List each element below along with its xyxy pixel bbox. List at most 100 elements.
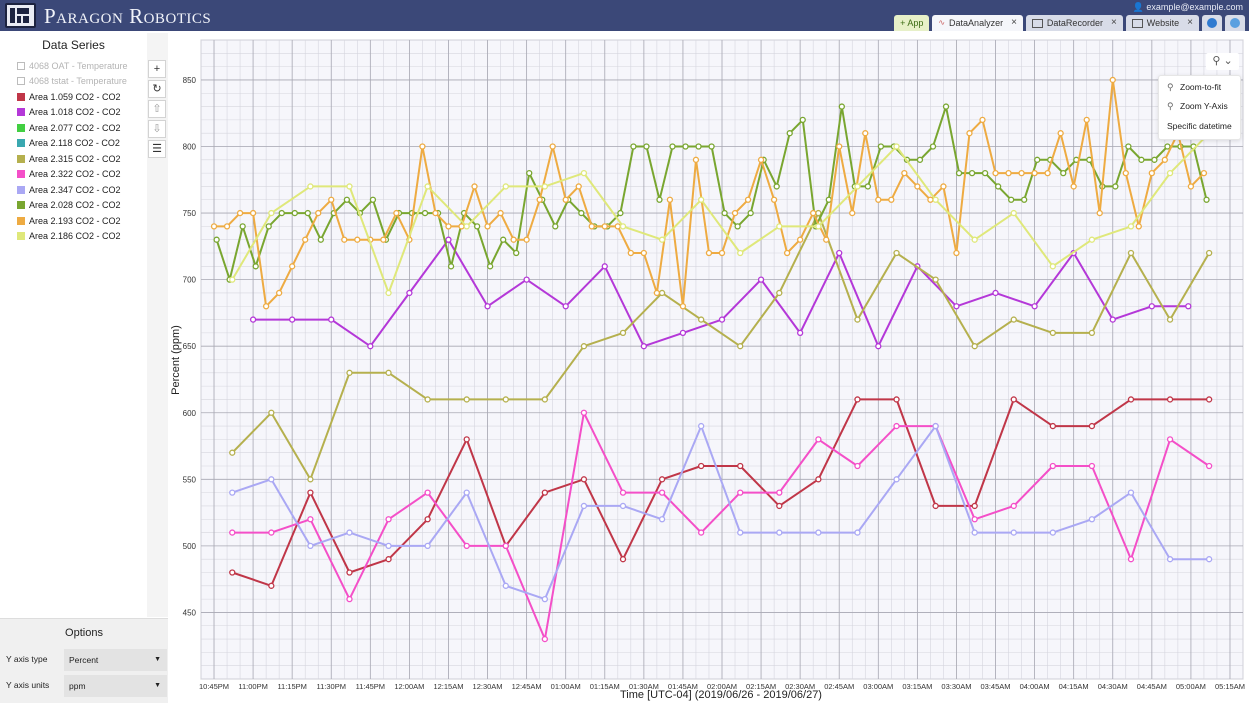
series-item[interactable]: Area 2.193 CO2 - CO2: [17, 213, 147, 229]
info-icon: [1207, 18, 1217, 28]
data-point: [367, 343, 374, 350]
move-down-button[interactable]: ⇩: [148, 120, 166, 138]
refresh-button[interactable]: ↻: [148, 80, 166, 98]
x-tick-label: 11:15PM: [277, 682, 306, 691]
series-color-swatch[interactable]: [17, 139, 25, 148]
data-point: [1166, 169, 1174, 177]
tab-data-analyzer[interactable]: ∿ DataAnalyzer ×: [932, 15, 1023, 31]
series-item[interactable]: 4068 OAT - Temperature: [17, 58, 147, 74]
series-color-swatch[interactable]: [17, 123, 25, 132]
data-point: [213, 236, 220, 243]
x-tick-label: 04:45AM: [1137, 682, 1167, 691]
data-point: [770, 196, 778, 203]
arrow-up-icon: ⇧: [152, 103, 162, 115]
data-point: [862, 130, 869, 137]
add-series-button[interactable]: +: [148, 60, 166, 78]
data-point: [424, 183, 431, 190]
zoom-menu: ⚲ Zoom-to-fit ⚲ Zoom Y-Axis Specific dat…: [1158, 75, 1241, 140]
settings-button[interactable]: [1225, 15, 1245, 31]
data-point: [854, 462, 861, 470]
move-up-button[interactable]: ⇧: [148, 100, 166, 118]
series-item[interactable]: Area 2.118 CO2 - CO2: [17, 136, 147, 152]
series-color-swatch[interactable]: [17, 201, 25, 210]
series-item[interactable]: Area 2.315 CO2 - CO2: [17, 151, 147, 167]
close-icon[interactable]: ×: [1187, 15, 1193, 31]
series-color-swatch[interactable]: [17, 232, 25, 241]
data-point: [249, 316, 257, 323]
series-item[interactable]: Area 1.018 CO2 - CO2: [17, 105, 147, 121]
series-item[interactable]: Area 2.347 CO2 - CO2: [17, 182, 147, 198]
data-point: [747, 209, 754, 217]
line-chart[interactable]: 10:45PM 11:00PM 11:15PM 11:30PM 11:45PM 12:00…: [168, 33, 1249, 702]
plus-icon: +: [153, 63, 161, 75]
y-tick-label: 450: [183, 608, 197, 617]
info-button[interactable]: [1202, 15, 1222, 31]
data-point: [1205, 556, 1213, 563]
data-point: [1161, 156, 1168, 163]
data-point: [799, 116, 806, 124]
data-point: [1060, 169, 1067, 177]
data-point: [268, 582, 275, 589]
series-color-swatch[interactable]: [17, 170, 25, 179]
data-point: [893, 422, 900, 430]
data-point: [932, 276, 939, 283]
zoom-y-axis-item[interactable]: ⚲ Zoom Y-Axis: [1159, 97, 1240, 116]
close-icon[interactable]: ×: [1011, 15, 1017, 31]
data-point: [757, 156, 765, 163]
y-axis-units-label: Y axis units: [6, 680, 50, 690]
series-item[interactable]: Area 2.186 CO2 - CO2: [17, 229, 147, 245]
data-point: [640, 249, 648, 257]
series-color-swatch[interactable]: [17, 216, 25, 225]
series-item[interactable]: Area 2.028 CO2 - CO2: [17, 198, 147, 214]
series-label: Area 2.077 CO2 - CO2: [29, 122, 121, 133]
series-color-swatch[interactable]: [17, 108, 25, 117]
brand-logo: [5, 3, 36, 28]
data-point: [815, 529, 822, 536]
data-point: [940, 183, 947, 190]
tab-add-app[interactable]: + App: [894, 15, 930, 31]
data-point: [1008, 196, 1015, 203]
tab-website[interactable]: Website ×: [1125, 15, 1199, 31]
series-item[interactable]: Area 2.077 CO2 - CO2: [17, 120, 147, 136]
series-item[interactable]: Area 1.059 CO2 - CO2: [17, 89, 147, 105]
list-button[interactable]: ☰: [148, 140, 166, 158]
data-point: [268, 409, 275, 416]
series-color-swatch[interactable]: [17, 185, 25, 194]
series-label: Area 2.118 CO2 - CO2: [29, 138, 120, 149]
data-point: [776, 502, 783, 510]
data-point: [932, 422, 939, 430]
series-color-swatch[interactable]: [17, 61, 25, 70]
data-point: [541, 595, 549, 603]
data-point: [783, 249, 791, 257]
data-point: [640, 343, 648, 350]
specific-datetime-item[interactable]: Specific datetime: [1159, 117, 1240, 136]
close-icon[interactable]: ×: [1111, 15, 1117, 31]
series-color-swatch[interactable]: [17, 92, 25, 101]
data-point: [953, 303, 960, 310]
series-item[interactable]: Area 2.322 CO2 - CO2: [17, 167, 147, 183]
data-point: [875, 343, 882, 350]
y-tick-label: 500: [183, 542, 197, 551]
data-point: [854, 529, 861, 536]
zoom-to-fit-item[interactable]: ⚲ Zoom-to-fit: [1159, 78, 1240, 97]
robot-logo-icon: [10, 8, 29, 23]
series-item[interactable]: 4068 tstat - Temperature: [17, 74, 147, 90]
data-point: [854, 396, 861, 403]
data-point: [249, 209, 257, 217]
x-tick-label: 02:45AM: [824, 682, 854, 691]
y-axis-units-select[interactable]: ppm ▼: [64, 675, 167, 697]
data-point: [210, 223, 218, 230]
user-account[interactable]: 👤 example@example.com: [1133, 2, 1243, 13]
tab-data-recorder[interactable]: DataRecorder ×: [1025, 15, 1123, 31]
series-color-swatch[interactable]: [17, 77, 25, 86]
y-axis-type-select[interactable]: Percent ▼: [64, 649, 167, 671]
data-point: [497, 209, 504, 217]
series-color-swatch[interactable]: [17, 154, 25, 163]
x-tick-label: 04:30AM: [1098, 682, 1128, 691]
data-point: [315, 209, 322, 217]
data-point: [502, 396, 509, 403]
data-point: [1109, 316, 1116, 323]
data-point: [875, 196, 882, 203]
zoom-menu-button[interactable]: ⚲ ⌄: [1206, 53, 1239, 70]
data-point: [380, 236, 387, 243]
